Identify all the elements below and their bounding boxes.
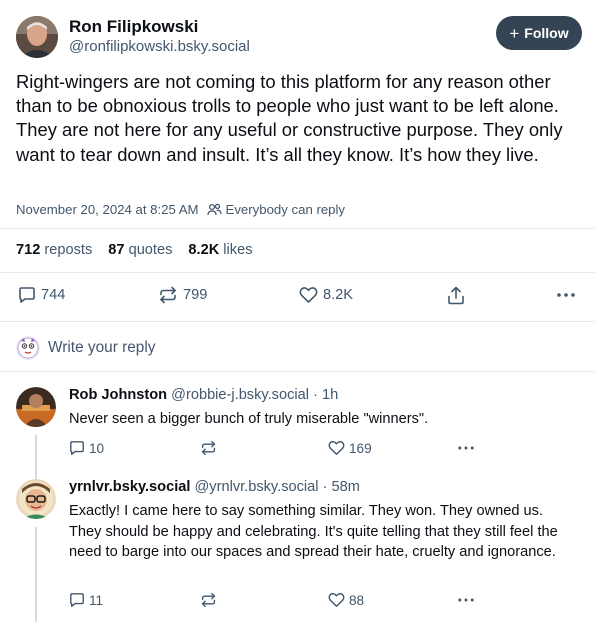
- comment-reply-count: 11: [89, 592, 104, 608]
- speech-bubble-icon: [70, 441, 84, 455]
- author-handle[interactable]: @ronfilipkowski.bsky.social: [69, 38, 250, 55]
- ellipsis-icon: [458, 598, 474, 602]
- commenter-name[interactable]: Rob Johnston: [69, 387, 167, 403]
- post-timestamp[interactable]: November 20, 2024 at 8:25 AM: [16, 202, 199, 217]
- speech-bubble-icon: [19, 287, 35, 303]
- post-actions: 744 799 8.2K: [18, 286, 578, 306]
- repost-button[interactable]: 799: [158, 286, 207, 304]
- author-avatar[interactable]: [16, 16, 58, 58]
- repost-arrows-icon: [160, 286, 176, 304]
- divider: [0, 272, 595, 273]
- comment-more-button[interactable]: [457, 440, 475, 456]
- like-count: 8.2K: [323, 287, 354, 303]
- author-name[interactable]: Ron Filipkowski: [69, 17, 198, 37]
- heart-icon: [299, 287, 318, 303]
- comment-like-count: 169: [349, 440, 372, 456]
- comment-reply-button[interactable]: 11: [69, 592, 103, 608]
- comment-actions: 10 169: [69, 440, 489, 458]
- heart-icon: [328, 441, 345, 455]
- commenter-handle[interactable]: @robbie-j.bsky.social · 1h: [171, 387, 338, 403]
- post-text: Right-wingers are not coming to this pla…: [16, 71, 563, 165]
- thread-line: [35, 527, 37, 622]
- reply-composer[interactable]: Write your reply: [16, 335, 576, 361]
- likes-stat[interactable]: 8.2K likes: [188, 242, 252, 258]
- post-header: Ron Filipkowski @ronfilipkowski.bsky.soc…: [16, 15, 582, 59]
- commenter-name[interactable]: yrnlvr.bsky.social: [69, 479, 190, 495]
- divider: [0, 321, 595, 322]
- reply-count: 744: [41, 287, 66, 303]
- comment-header: yrnlvr.bsky.social @yrnlvr.bsky.social ·…: [69, 479, 360, 495]
- comment-reply-count: 10: [89, 440, 105, 456]
- post-meta: November 20, 2024 at 8:25 AM Everybody c…: [16, 202, 345, 217]
- reply-setting: Everybody can reply: [206, 202, 346, 217]
- follow-button-label: Follow: [524, 25, 569, 41]
- repost-arrows-icon: [201, 592, 216, 608]
- comment-more-button[interactable]: [457, 592, 475, 608]
- comment-header: Rob Johnston @robbie-j.bsky.social · 1h: [69, 387, 338, 403]
- comment-item[interactable]: yrnlvr.bsky.social @yrnlvr.bsky.social ·…: [16, 479, 582, 622]
- divider: [0, 228, 595, 229]
- people-icon: [206, 203, 222, 216]
- ellipsis-icon: [458, 446, 474, 450]
- comment-like-button[interactable]: 88: [328, 592, 364, 608]
- comment-repost-button[interactable]: [200, 592, 217, 608]
- share-button[interactable]: [447, 286, 465, 305]
- comment-reply-button[interactable]: 10: [69, 440, 104, 456]
- commenter-avatar[interactable]: [16, 479, 56, 519]
- follow-button[interactable]: + Follow: [496, 16, 582, 50]
- reply-setting-label: Everybody can reply: [225, 202, 346, 217]
- comment-text: Never seen a bigger bunch of truly miser…: [69, 411, 429, 427]
- comment-like-button[interactable]: 169: [328, 440, 372, 456]
- comment-item[interactable]: Rob Johnston @robbie-j.bsky.social · 1h …: [16, 387, 582, 487]
- reply-button[interactable]: 744: [18, 286, 65, 304]
- comment-repost-button[interactable]: [200, 440, 217, 456]
- divider: [0, 371, 595, 372]
- repost-arrows-icon: [201, 440, 216, 456]
- current-user-avatar: [16, 336, 40, 360]
- share-icon: [448, 286, 464, 305]
- commenter-handle[interactable]: @yrnlvr.bsky.social · 58m: [194, 479, 359, 495]
- reply-input-placeholder[interactable]: Write your reply: [48, 339, 155, 357]
- speech-bubble-icon: [70, 593, 84, 607]
- repost-count: 799: [183, 287, 208, 303]
- heart-icon: [328, 593, 345, 607]
- like-button[interactable]: 8.2K: [299, 286, 353, 304]
- comment-text: Exactly! I came here to say something si…: [69, 503, 558, 560]
- ellipsis-icon: [557, 293, 575, 297]
- post-stats: 712 reposts 87 quotes 8.2K likes: [16, 242, 269, 258]
- quotes-stat[interactable]: 87 quotes: [108, 242, 172, 258]
- commenter-avatar[interactable]: [16, 387, 56, 427]
- reposts-stat[interactable]: 712 reposts: [16, 242, 92, 258]
- plus-icon: +: [509, 23, 520, 43]
- comment-like-count: 88: [349, 592, 365, 608]
- more-options-button[interactable]: [556, 286, 576, 304]
- comment-actions: 11 88: [69, 592, 489, 610]
